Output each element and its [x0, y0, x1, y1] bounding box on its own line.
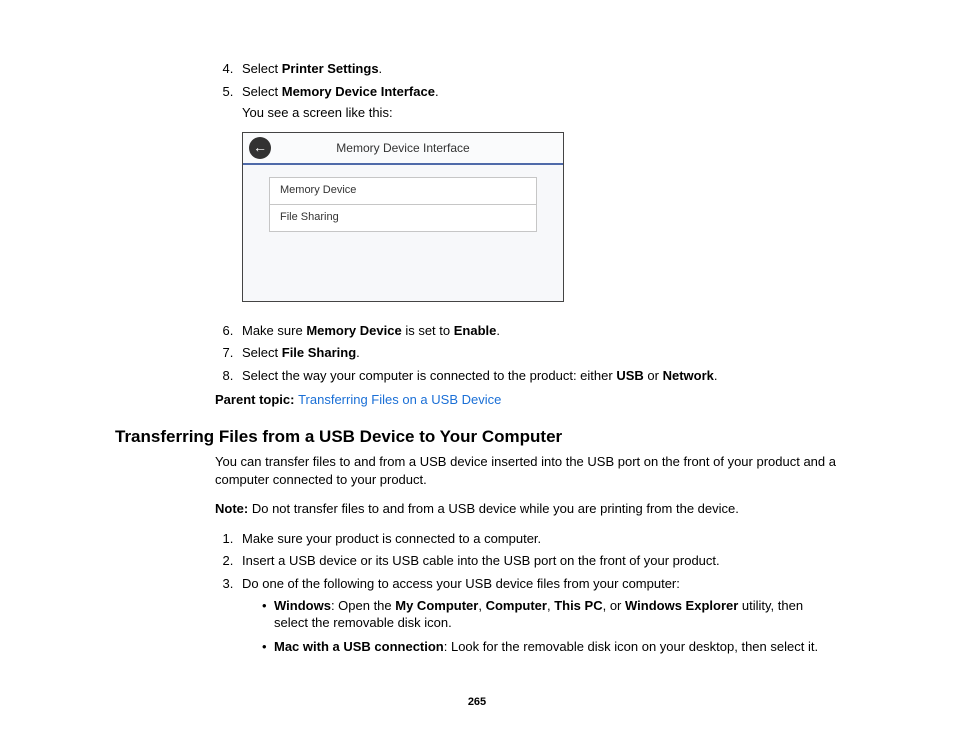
- bstep-3: Do one of the following to access your U…: [237, 575, 839, 655]
- step-6: Make sure Memory Device is set to Enable…: [237, 322, 839, 340]
- content-block-2: You can transfer files to and from a USB…: [215, 453, 839, 655]
- bold-text: Memory Device: [306, 323, 401, 338]
- bold-text: Printer Settings: [282, 61, 379, 76]
- step-5: Select Memory Device Interface. You see …: [237, 83, 839, 302]
- text: Make sure: [242, 323, 306, 338]
- bullet-mac: Mac with a USB connection: Look for the …: [262, 638, 839, 656]
- ordered-list-top: Select Printer Settings. Select Memory D…: [215, 60, 839, 384]
- b: Computer: [486, 598, 547, 613]
- text: is set to: [402, 323, 454, 338]
- screenshot-body: Memory Device File Sharing: [243, 165, 563, 301]
- b: Windows Explorer: [625, 598, 738, 613]
- bullet-list: Windows: Open the My Computer, Computer,…: [242, 597, 839, 656]
- text: .: [435, 84, 439, 99]
- page-number: 265: [0, 696, 954, 708]
- step-7: Select File Sharing.: [237, 344, 839, 362]
- device-screenshot: ← Memory Device Interface Memory Device …: [242, 132, 564, 302]
- ordered-list-bottom: Make sure your product is connected to a…: [215, 530, 839, 655]
- bold-text: USB: [616, 368, 643, 383]
- text: Do one of the following to access your U…: [242, 576, 680, 591]
- bold-text: Enable: [454, 323, 497, 338]
- text: .: [496, 323, 500, 338]
- b: Mac with a USB connection: [274, 639, 444, 654]
- text: Select: [242, 345, 282, 360]
- note-text: Do not transfer files to and from a USB …: [252, 501, 739, 516]
- screenshot-title: Memory Device Interface: [271, 140, 563, 156]
- note-label: Note:: [215, 501, 252, 516]
- text: Select: [242, 84, 282, 99]
- b: My Computer: [395, 598, 478, 613]
- text: Select: [242, 61, 282, 76]
- content-block-1: Select Printer Settings. Select Memory D…: [215, 60, 839, 407]
- b: Windows: [274, 598, 331, 613]
- note-paragraph: Note: Do not transfer files to and from …: [215, 500, 839, 518]
- t: , or: [603, 598, 625, 613]
- back-icon[interactable]: ←: [249, 137, 271, 159]
- t: : Open the: [331, 598, 395, 613]
- b: This PC: [554, 598, 602, 613]
- text: .: [356, 345, 360, 360]
- bold-text: Network: [663, 368, 714, 383]
- row-label: File Sharing: [280, 210, 339, 225]
- text: .: [379, 61, 383, 76]
- step-4: Select Printer Settings.: [237, 60, 839, 78]
- row-label: Memory Device: [280, 183, 356, 198]
- bstep-2: Insert a USB device or its USB cable int…: [237, 552, 839, 570]
- intro-paragraph: You can transfer files to and from a USB…: [215, 453, 839, 488]
- bullet-windows: Windows: Open the My Computer, Computer,…: [262, 597, 839, 632]
- text: Select the way your computer is connecte…: [242, 368, 616, 383]
- section-heading: Transferring Files from a USB Device to …: [115, 427, 839, 447]
- bold-text: Memory Device Interface: [282, 84, 435, 99]
- parent-link[interactable]: Transferring Files on a USB Device: [298, 392, 501, 407]
- parent-label: Parent topic:: [215, 392, 298, 407]
- text: .: [714, 368, 718, 383]
- back-arrow: ←: [253, 138, 267, 157]
- step-8: Select the way your computer is connecte…: [237, 367, 839, 385]
- menu-row-file-sharing[interactable]: File Sharing: [269, 204, 537, 232]
- parent-topic: Parent topic: Transferring Files on a US…: [215, 392, 839, 407]
- t: : Look for the removable disk icon on yo…: [444, 639, 818, 654]
- t: ,: [478, 598, 485, 613]
- step-5-note: You see a screen like this:: [242, 104, 839, 122]
- document-page: Select Printer Settings. Select Memory D…: [0, 0, 954, 738]
- bold-text: File Sharing: [282, 345, 356, 360]
- text: or: [644, 368, 663, 383]
- bstep-1: Make sure your product is connected to a…: [237, 530, 839, 548]
- menu-row-memory-device[interactable]: Memory Device: [269, 177, 537, 205]
- screenshot-titlebar: ← Memory Device Interface: [243, 133, 563, 165]
